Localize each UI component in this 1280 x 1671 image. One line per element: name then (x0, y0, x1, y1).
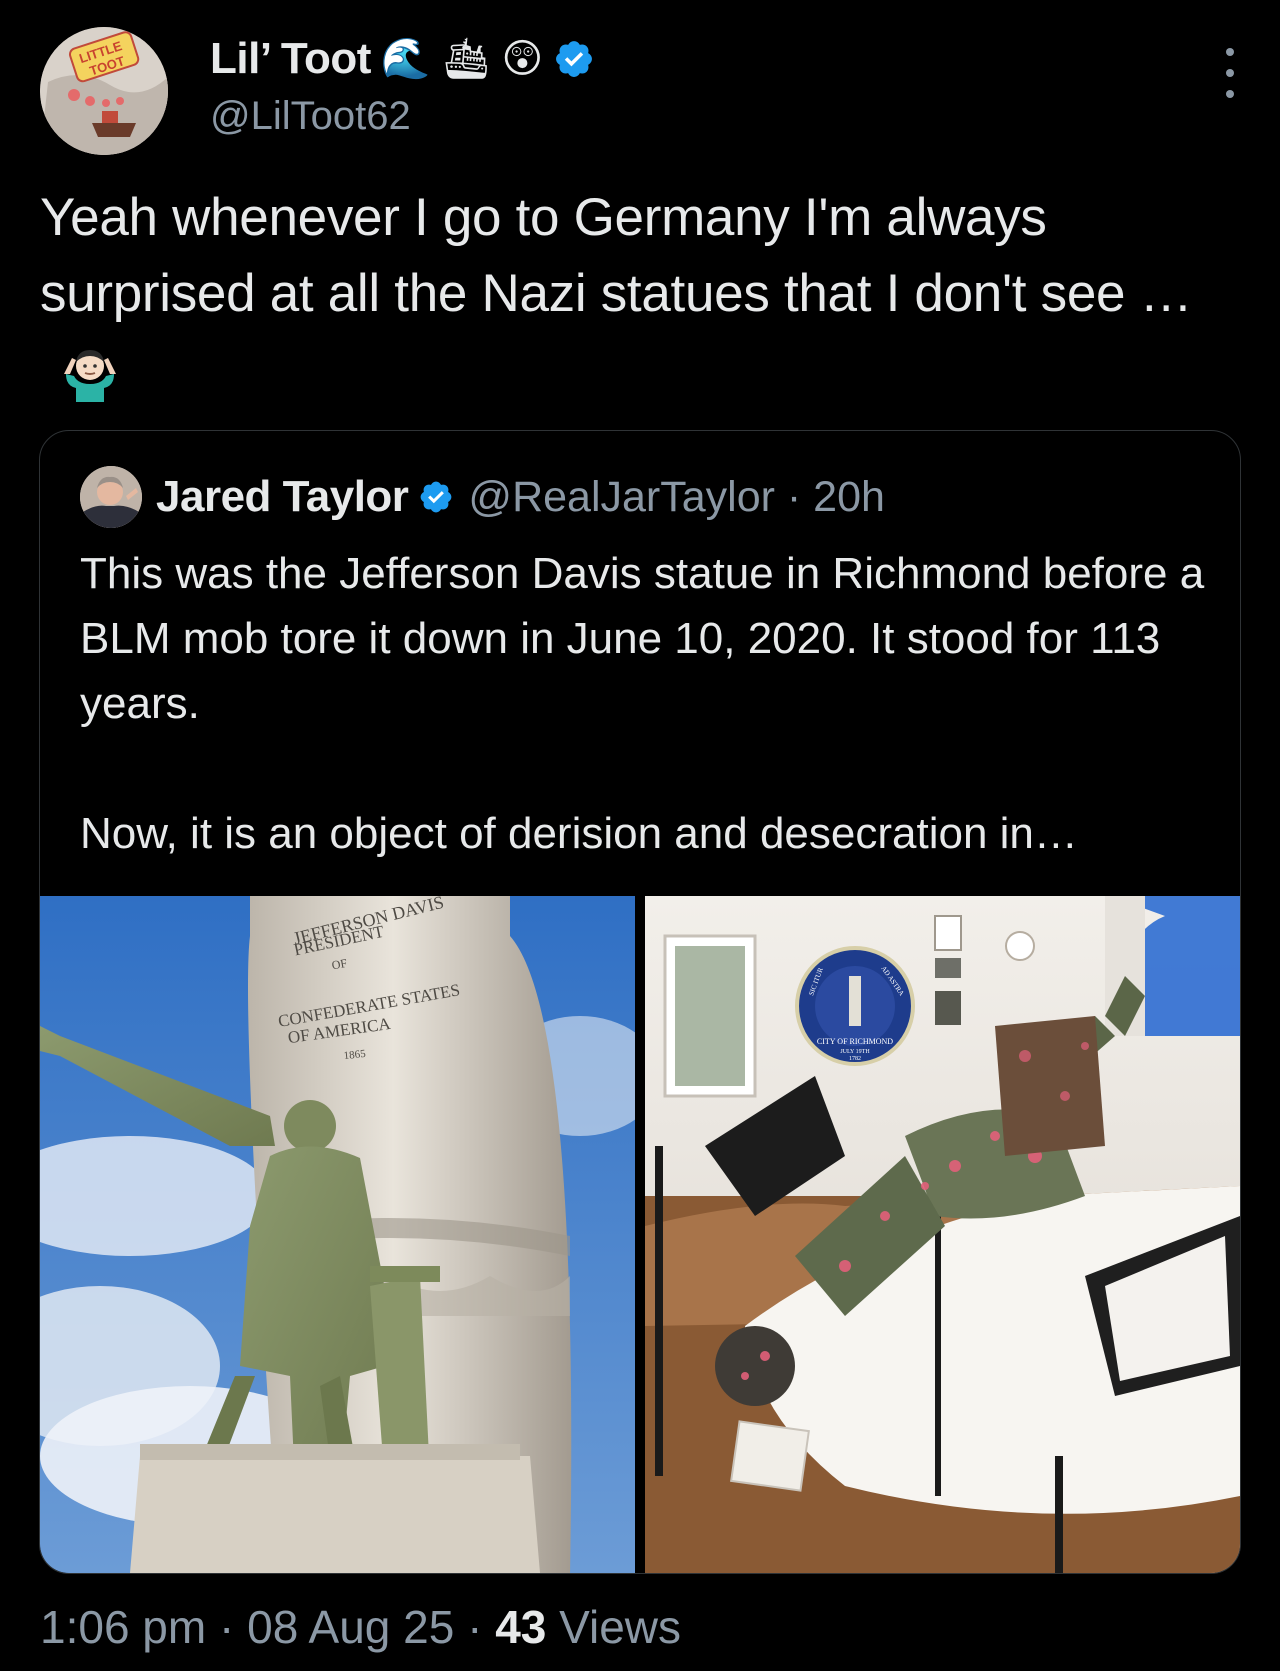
author-name[interactable]: Lil’ Toot (210, 34, 371, 84)
dot (1226, 90, 1234, 98)
tweet-text: Yeah whenever I go to Germany I'm always… (40, 180, 1240, 408)
tweet-date[interactable]: 08 Aug 25 (247, 1601, 454, 1653)
statue-photo-illustration: JEFFERSON DAVIS PRESIDENT OF CONFEDERATE… (40, 896, 635, 1573)
quoted-media-grid: JEFFERSON DAVIS PRESIDENT OF CONFEDERATE… (40, 896, 1240, 1573)
inscription-line-6: 1865 (343, 1048, 367, 1062)
seal-text-city: CITY OF RICHMOND (817, 1037, 893, 1046)
little-toot-logo: LITTLE TOOT (40, 27, 168, 155)
museum-photo-illustration: CITY OF RICHMOND JULY 19TH 1782 SIC ITUR… (645, 896, 1240, 1573)
quoted-author-name[interactable]: Jared Taylor (156, 472, 409, 522)
dot (1226, 69, 1234, 77)
fallen-statue-museum-photo[interactable]: CITY OF RICHMOND JULY 19TH 1782 SIC ITUR… (645, 896, 1240, 1573)
astonished-emoji-icon: 😲 (501, 37, 544, 81)
quoted-tweet-card[interactable]: Jared Taylor @RealJarTaylor · 20h This w… (39, 430, 1241, 1574)
tweet-time[interactable]: 1:06 pm (40, 1601, 206, 1653)
wave-emoji-icon: 🌊 (380, 37, 431, 81)
quoted-tweet-text: This was the Jefferson Davis statue in R… (80, 549, 1205, 858)
seal-text-year: 1782 (849, 1056, 861, 1062)
quoted-tweet-header: Jared Taylor @RealJarTaylor · 20h (80, 465, 885, 529)
seal-text-date: JULY 19TH (840, 1049, 870, 1055)
views-count[interactable]: 43 (495, 1601, 546, 1653)
views-label: Views (546, 1601, 682, 1653)
author-handle[interactable]: @LilToot62 (210, 94, 595, 139)
quoted-avatar-photo (80, 466, 142, 528)
inscription-line-3: OF (331, 956, 349, 973)
tweet-footer: 1:06 pm · 08 Aug 25 · 43 Views (40, 1600, 681, 1654)
separator: · (454, 1601, 496, 1653)
verified-badge-icon[interactable] (418, 479, 454, 515)
dot (1226, 48, 1234, 56)
tweet-body: Yeah whenever I go to Germany I'm always… (40, 188, 1193, 323)
quoted-handle-time[interactable]: @RealJarTaylor · 20h (468, 473, 884, 522)
quoted-author-avatar[interactable] (80, 466, 142, 528)
statue-pedestal-photo[interactable]: JEFFERSON DAVIS PRESIDENT OF CONFEDERATE… (40, 896, 635, 1573)
author-avatar[interactable]: LITTLE TOOT (40, 27, 168, 155)
verified-badge-icon[interactable] (553, 38, 595, 80)
more-options-icon[interactable] (1224, 48, 1236, 98)
ship-emoji-icon: 🛳 (440, 37, 492, 81)
person-shrugging-icon (64, 350, 116, 402)
author-block: Lil’ Toot 🌊 🛳 😲 @LilToot62 (210, 30, 595, 139)
separator: · (206, 1601, 248, 1653)
